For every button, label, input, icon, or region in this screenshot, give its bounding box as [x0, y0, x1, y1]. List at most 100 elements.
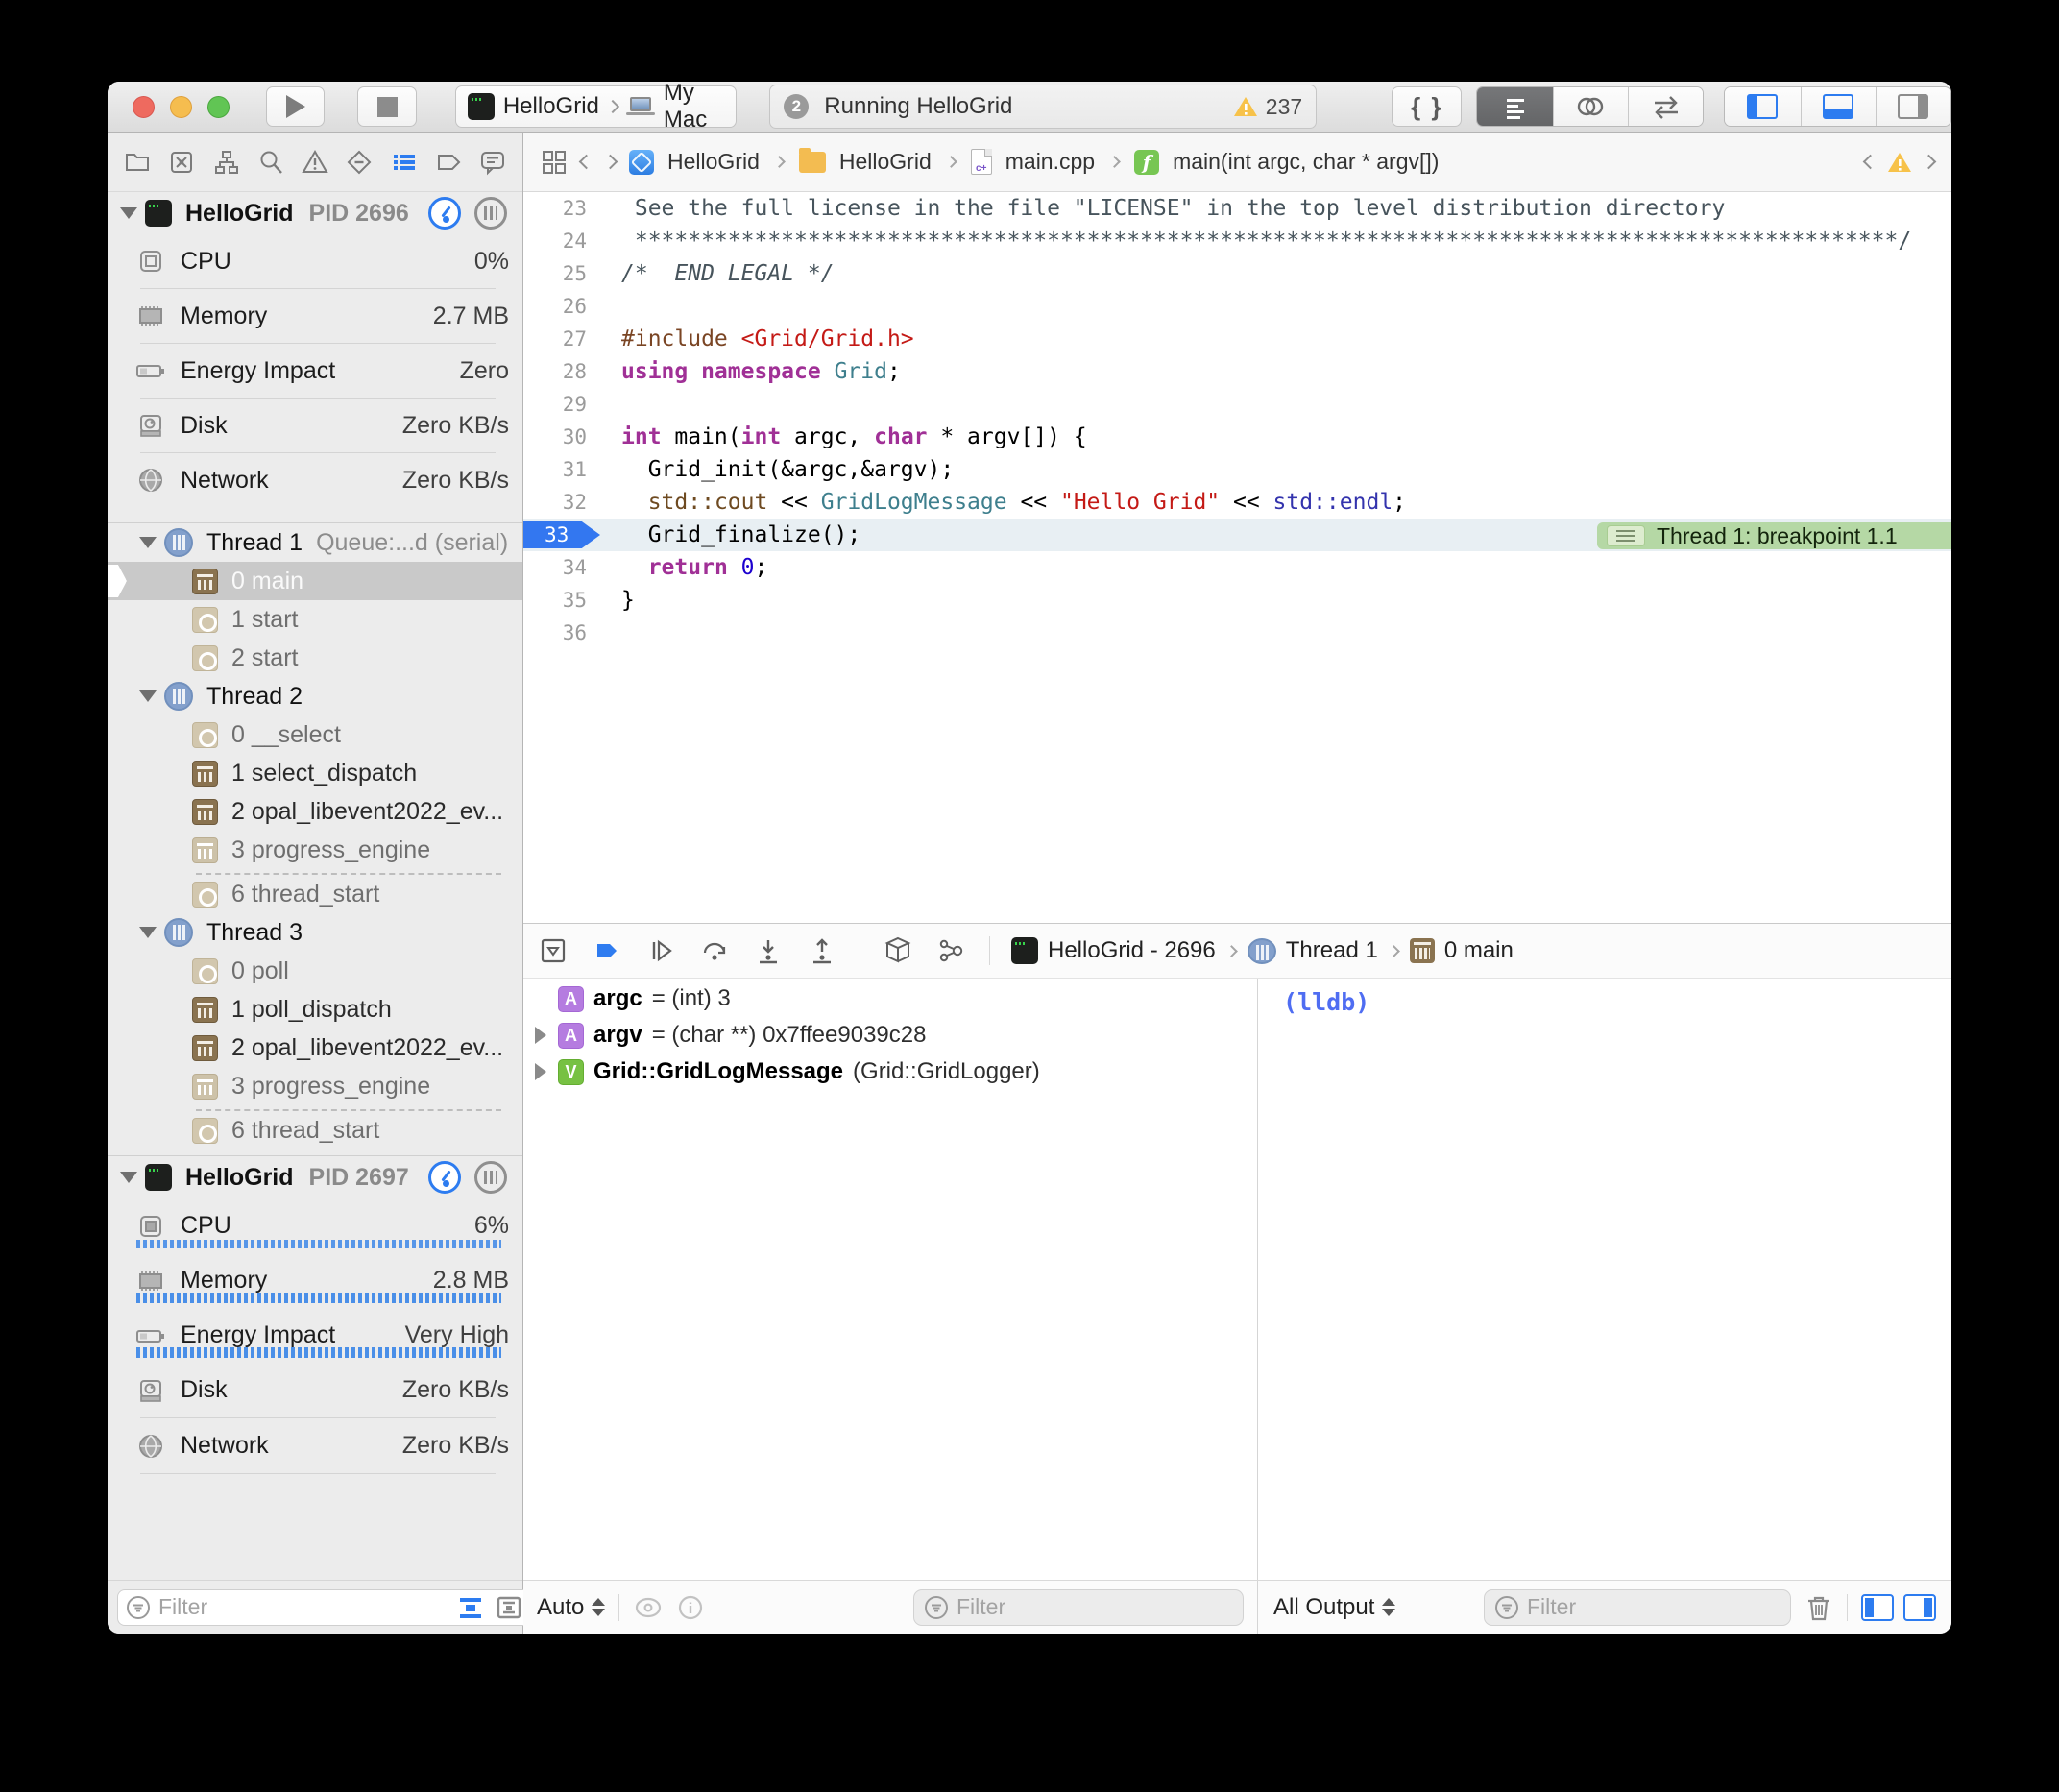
stack-frame-row[interactable]: 0 poll — [108, 952, 522, 990]
code-line[interactable]: 23 See the full license in the file "LIC… — [523, 192, 1951, 225]
code-line[interactable]: 27#include <Grid/Grid.h> — [523, 323, 1951, 355]
stack-frame-row[interactable]: 6 thread_start — [108, 875, 522, 913]
go-back-button[interactable] — [579, 155, 594, 170]
code-line[interactable]: 24 *************************************… — [523, 225, 1951, 257]
previous-issue-button[interactable] — [1863, 155, 1878, 170]
project-navigator-tab[interactable] — [121, 146, 154, 179]
filter-frame-icon[interactable] — [495, 1593, 523, 1622]
continue-button[interactable] — [644, 934, 677, 967]
breadcrumb-frame[interactable]: 0 main — [1444, 937, 1514, 964]
hide-debug-area-button[interactable] — [537, 934, 569, 967]
code-line[interactable]: 35} — [523, 584, 1951, 617]
report-navigator-tab[interactable] — [476, 146, 509, 179]
find-navigator-tab[interactable] — [254, 146, 287, 179]
navigator-filter-field[interactable] — [117, 1589, 570, 1626]
threads-view-button[interactable] — [474, 197, 507, 230]
code-line[interactable]: 32 std::cout << GridLogMessage << "Hello… — [523, 486, 1951, 519]
debug-memory-graph-button[interactable] — [935, 934, 968, 967]
step-out-button[interactable] — [806, 934, 838, 967]
stat-row-network[interactable]: Network Zero KB/s — [108, 1418, 522, 1473]
version-editor-button[interactable] — [1628, 87, 1703, 126]
code-line[interactable]: 30int main(int argc, char * argv[]) { — [523, 421, 1951, 453]
thread-3-row[interactable]: Thread 3 — [108, 913, 522, 952]
navigator-filter-input[interactable] — [158, 1594, 443, 1620]
console-filter-input[interactable] — [1527, 1594, 1748, 1620]
go-forward-button[interactable] — [603, 155, 618, 170]
line-number[interactable]: 26 — [523, 290, 593, 323]
breakpoints-toggle-button[interactable] — [591, 934, 623, 967]
stack-frame-row[interactable]: 3 progress_engine — [108, 1067, 522, 1105]
scheme-selector[interactable]: HelloGrid My Mac — [455, 85, 737, 128]
stack-frame-row[interactable]: 0 __select — [108, 715, 522, 754]
stack-frame-row[interactable]: 0 main — [108, 562, 522, 600]
disclosure-down-icon[interactable] — [139, 690, 157, 702]
toggle-inspector-button[interactable] — [1876, 87, 1950, 126]
stat-row-energy[interactable]: Energy Impact Very High — [108, 1308, 522, 1363]
stack-frame-row[interactable]: 1 select_dispatch — [108, 754, 522, 792]
run-button[interactable] — [266, 86, 325, 127]
issue-warning-icon[interactable] — [1887, 151, 1912, 174]
gauge-view-button[interactable] — [428, 197, 461, 230]
stat-row-cpu[interactable]: CPU 6% — [108, 1199, 522, 1253]
toggle-debug-area-button[interactable] — [1801, 87, 1876, 126]
line-number[interactable]: 30 — [523, 421, 593, 453]
breadcrumb-file[interactable]: main.cpp — [1005, 149, 1095, 175]
stack-frame-row[interactable]: 1 poll_dispatch — [108, 990, 522, 1029]
line-number[interactable]: 25 — [523, 257, 593, 290]
code-line[interactable]: 34 return 0; — [523, 551, 1951, 584]
disclosure-right-icon[interactable] — [535, 1027, 546, 1044]
variables-filter-field[interactable] — [913, 1589, 1244, 1626]
breadcrumb-symbol[interactable]: main(int argc, char * argv[]) — [1173, 149, 1439, 175]
breakpoint-navigator-tab[interactable] — [432, 146, 465, 179]
symbol-navigator-tab[interactable] — [210, 146, 243, 179]
next-issue-button[interactable] — [1922, 155, 1937, 170]
line-number[interactable]: 28 — [523, 355, 593, 388]
gauge-view-button[interactable] — [428, 1161, 461, 1194]
variables-filter-input[interactable] — [957, 1594, 1177, 1620]
stat-row-network[interactable]: Network Zero KB/s — [108, 453, 522, 507]
console-filter-field[interactable] — [1484, 1589, 1791, 1626]
info-button[interactable] — [677, 1594, 704, 1621]
line-number[interactable]: 24 — [523, 225, 593, 257]
test-navigator-tab[interactable] — [343, 146, 375, 179]
code-line[interactable]: 26 — [523, 290, 1951, 323]
quick-look-button[interactable] — [633, 1595, 664, 1620]
minimize-window-button[interactable] — [170, 96, 192, 118]
line-number[interactable]: 36 — [523, 617, 593, 649]
code-line[interactable]: 31 Grid_init(&argc,&argv); — [523, 453, 1951, 486]
stat-row-memory[interactable]: Memory 2.8 MB — [108, 1253, 522, 1308]
stack-frame-row[interactable]: 3 progress_engine — [108, 831, 522, 869]
stack-frame-row[interactable]: 2 opal_libevent2022_ev... — [108, 792, 522, 831]
activity-viewer[interactable]: 2 Running HelloGrid 237 — [769, 85, 1317, 129]
clear-console-button[interactable] — [1805, 1592, 1833, 1623]
line-number[interactable]: 29 — [523, 388, 593, 421]
toggle-console-button[interactable] — [1903, 1594, 1936, 1621]
code-line[interactable]: 36 — [523, 617, 1951, 649]
step-over-button[interactable] — [698, 934, 731, 967]
stat-row-disk[interactable]: Disk Zero KB/s — [108, 1363, 522, 1417]
thread-1-row[interactable]: Thread 1 Queue:...d (serial) — [108, 523, 522, 562]
line-number[interactable]: 32 — [523, 486, 593, 519]
line-number[interactable]: 35 — [523, 584, 593, 617]
annotation-menu-button[interactable] — [1607, 525, 1645, 546]
disclosure-right-icon[interactable] — [535, 1063, 546, 1080]
warning-count[interactable]: 237 — [1233, 94, 1302, 120]
threads-view-button[interactable] — [474, 1161, 507, 1194]
toggle-variables-view-button[interactable] — [1861, 1594, 1894, 1621]
stat-row-cpu[interactable]: CPU 0% — [108, 234, 522, 288]
step-into-button[interactable] — [752, 934, 785, 967]
code-line[interactable]: 29 — [523, 388, 1951, 421]
disclosure-down-icon[interactable] — [139, 537, 157, 548]
console[interactable]: (lldb) — [1258, 979, 1951, 1580]
disclosure-down-icon[interactable] — [120, 1172, 137, 1183]
breadcrumb-group[interactable]: HelloGrid — [839, 149, 932, 175]
issue-navigator-tab[interactable] — [299, 146, 331, 179]
thread-2-row[interactable]: Thread 2 — [108, 677, 522, 715]
current-breakpoint-line[interactable]: 33 33 Grid_finalize(); Thread 1: breakpo… — [523, 519, 1951, 551]
line-number[interactable]: 31 — [523, 453, 593, 486]
console-scope-dropdown[interactable]: All Output — [1273, 1594, 1395, 1621]
process-row-2696[interactable]: HelloGrid PID 2696 — [108, 192, 522, 234]
variable-row[interactable]: V Grid::GridLogMessage (Grid::GridLogger… — [523, 1053, 1257, 1090]
stack-frame-row[interactable]: 1 start — [108, 600, 522, 639]
debug-navigator-tab[interactable] — [388, 146, 421, 179]
